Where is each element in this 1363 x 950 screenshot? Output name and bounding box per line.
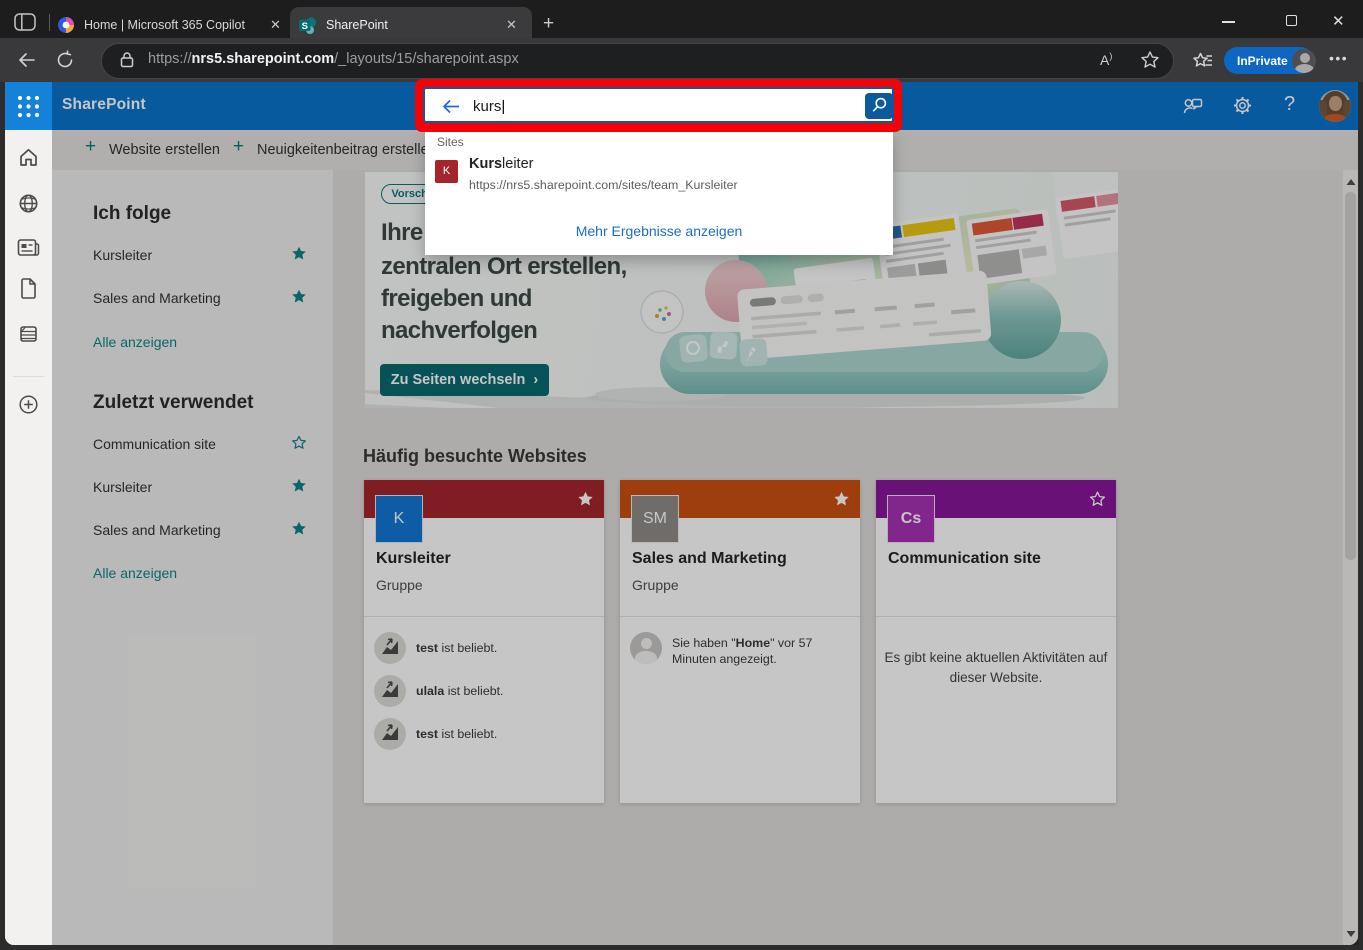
svg-text:S: S (302, 21, 308, 32)
